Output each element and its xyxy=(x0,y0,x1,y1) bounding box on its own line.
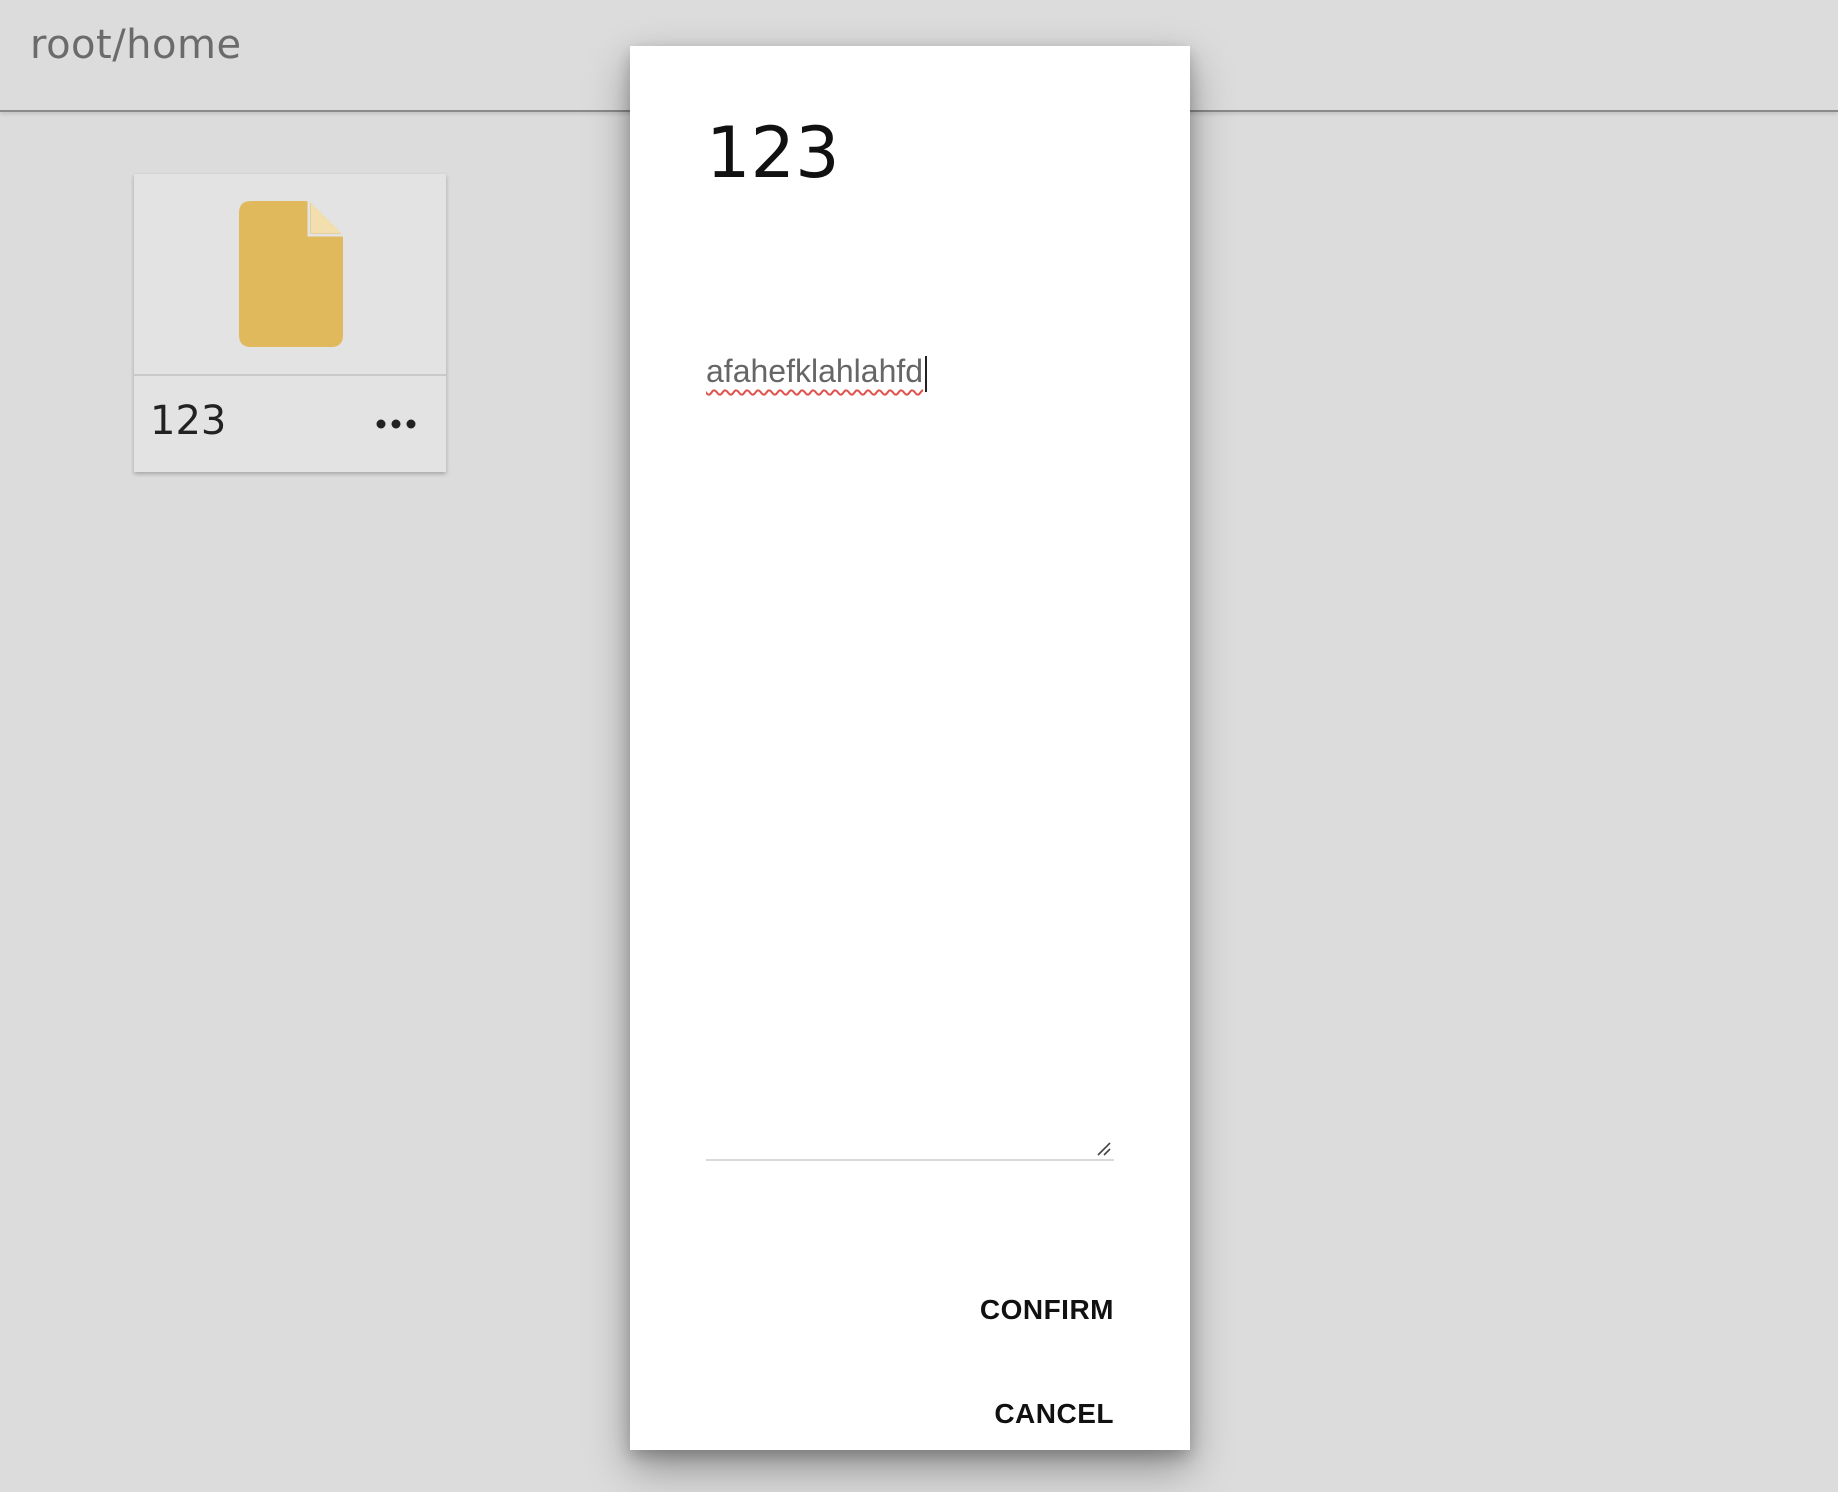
resize-handle-icon[interactable] xyxy=(1096,1141,1112,1157)
breadcrumb[interactable]: root/home xyxy=(30,22,242,68)
textarea-value: afahefklahlahfd xyxy=(706,353,924,389)
edit-file-dialog: 123 afahefklahlahfd CONFIRM CANCEL xyxy=(630,46,1190,1450)
document-icon xyxy=(239,201,343,347)
more-horizontal-icon xyxy=(376,419,416,429)
cancel-button[interactable]: CANCEL xyxy=(994,1398,1114,1430)
text-cursor xyxy=(925,355,928,392)
file-content-textarea[interactable] xyxy=(706,346,1114,1161)
file-preview[interactable] xyxy=(134,174,446,376)
textarea-content: afahefklahlahfd xyxy=(706,353,928,392)
file-name[interactable]: 123 xyxy=(150,398,226,444)
confirm-button[interactable]: CONFIRM xyxy=(980,1294,1114,1326)
file-menu-button[interactable] xyxy=(366,402,426,446)
file-card[interactable]: 123 xyxy=(134,174,446,472)
dialog-title: 123 xyxy=(706,112,840,194)
